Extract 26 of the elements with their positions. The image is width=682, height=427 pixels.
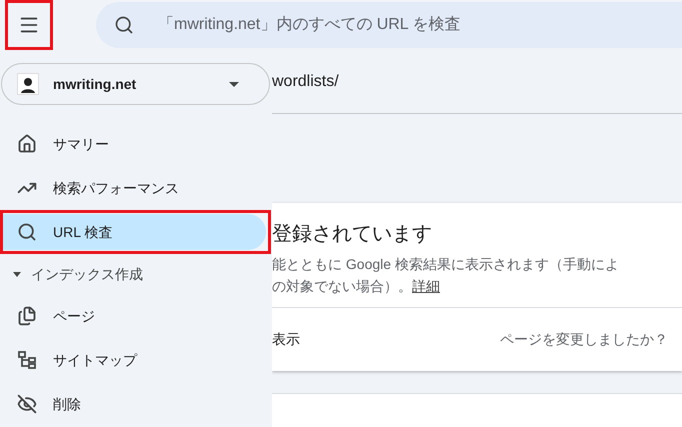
nav-item[interactable]: サイトマップ — [3, 342, 266, 378]
sitemap-icon — [17, 350, 37, 370]
details-link[interactable]: 詳細 — [412, 278, 440, 294]
pages-icon — [17, 306, 37, 326]
card-description: 能とともに Google 検索結果に表示されます（手動によ — [272, 255, 620, 274]
dropdown-caret-icon — [229, 82, 239, 86]
home-icon — [17, 134, 37, 154]
card-title: 登録されています — [272, 222, 433, 247]
search-field[interactable]: 「mwriting.net」内のすべての URL を検査 — [96, 2, 682, 48]
search-icon — [17, 222, 37, 242]
nav-item[interactable]: ページ — [3, 298, 266, 334]
search-icon — [114, 15, 134, 35]
nav-item[interactable]: 検索パフォーマンス — [3, 170, 266, 206]
page-changed-link[interactable]: ページを変更しましたか？ — [500, 329, 668, 350]
property-name: mwriting.net — [53, 74, 136, 94]
nav-item[interactable]: URL 検査 — [3, 214, 266, 250]
card-description: の対象でない場合）。 — [272, 278, 412, 294]
property-selector[interactable]: mwriting.net — [1, 63, 270, 105]
nav-item[interactable]: 削除 — [3, 386, 266, 422]
avatar-icon — [17, 73, 39, 95]
url-path: wordlists/ — [272, 72, 339, 92]
eye-off-icon — [17, 394, 37, 414]
caret-icon — [13, 272, 21, 276]
view-button[interactable]: 表示 — [272, 329, 300, 350]
nav-item[interactable]: サマリー — [3, 126, 266, 162]
nav-section-header[interactable]: インデックス作成 — [0, 254, 272, 294]
